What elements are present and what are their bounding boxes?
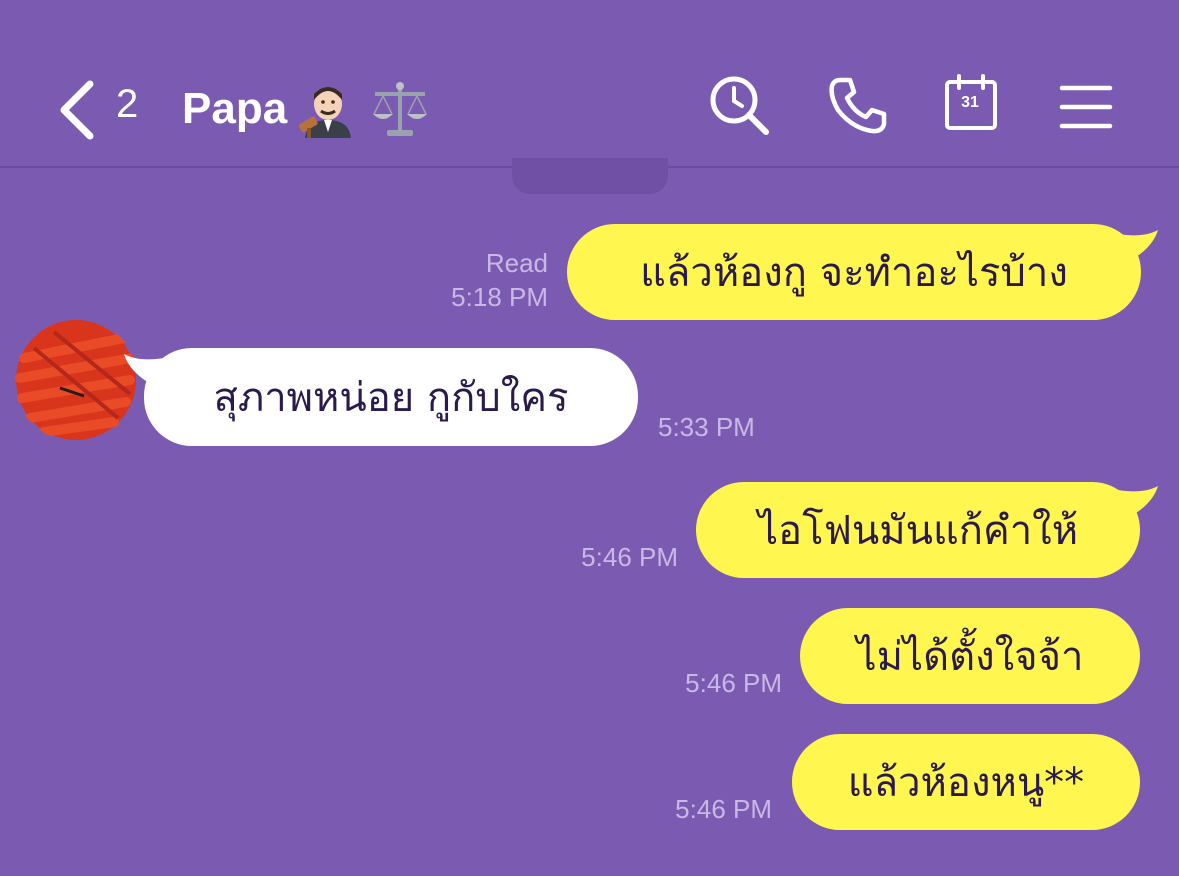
read-status: Read: [485, 248, 548, 278]
message-time: 5:46 PM: [685, 668, 782, 698]
chat-title-text: Papa: [182, 84, 288, 133]
message-bubble-outgoing[interactable]: ไม่ได้ตั้งใจจ้า: [800, 608, 1140, 704]
date-separator-pill: [512, 158, 668, 194]
search-button[interactable]: [708, 74, 770, 136]
chat-screen: 2 Papa 31 Read 5:18 PM แล้วห้องกู จะทำอะ…: [0, 0, 1179, 876]
message-bubble-outgoing[interactable]: แล้วห้องหนู**: [792, 734, 1140, 830]
message-bubble-outgoing[interactable]: แล้วห้องกู จะทำอะไรบ้าง: [567, 224, 1141, 320]
calendar-button[interactable]: 31: [944, 74, 1006, 136]
message-text: แล้วห้องกู จะทำอะไรบ้าง: [640, 250, 1068, 296]
message-text: สุภาพหน่อย กูกับใคร: [213, 375, 569, 421]
judge-emoji-icon: [297, 80, 359, 138]
message-bubble-outgoing[interactable]: ไอโฟนมันแก้คำให้: [696, 482, 1140, 578]
search-icon: [710, 76, 769, 135]
chat-header: 2 Papa 31: [0, 0, 1179, 168]
message-text: แล้วห้องหนู**: [847, 760, 1085, 806]
menu-icon: [1059, 85, 1113, 129]
calendar-day: 31: [961, 94, 979, 111]
unread-count: 2: [116, 82, 139, 126]
message-time: 5:33 PM: [658, 412, 755, 442]
message-time: 5:18 PM: [451, 282, 548, 312]
menu-button[interactable]: [1058, 74, 1120, 136]
message-bubble-incoming[interactable]: สุภาพหน่อย กูกับใคร: [144, 348, 638, 446]
message-text: ไม่ได้ตั้งใจจ้า: [856, 634, 1084, 680]
message-meta: Read 5:18 PM: [398, 246, 548, 314]
back-chevron-icon: [60, 80, 94, 140]
message-text: ไอโฟนมันแก้คำให้: [757, 508, 1079, 554]
phone-icon: [829, 77, 887, 134]
message-time: 5:46 PM: [581, 542, 678, 572]
back-button[interactable]: 2: [52, 76, 162, 140]
call-button[interactable]: [826, 74, 888, 136]
chat-title[interactable]: Papa: [182, 80, 431, 138]
message-time: 5:46 PM: [675, 794, 772, 824]
scales-emoji-icon: [369, 80, 431, 138]
